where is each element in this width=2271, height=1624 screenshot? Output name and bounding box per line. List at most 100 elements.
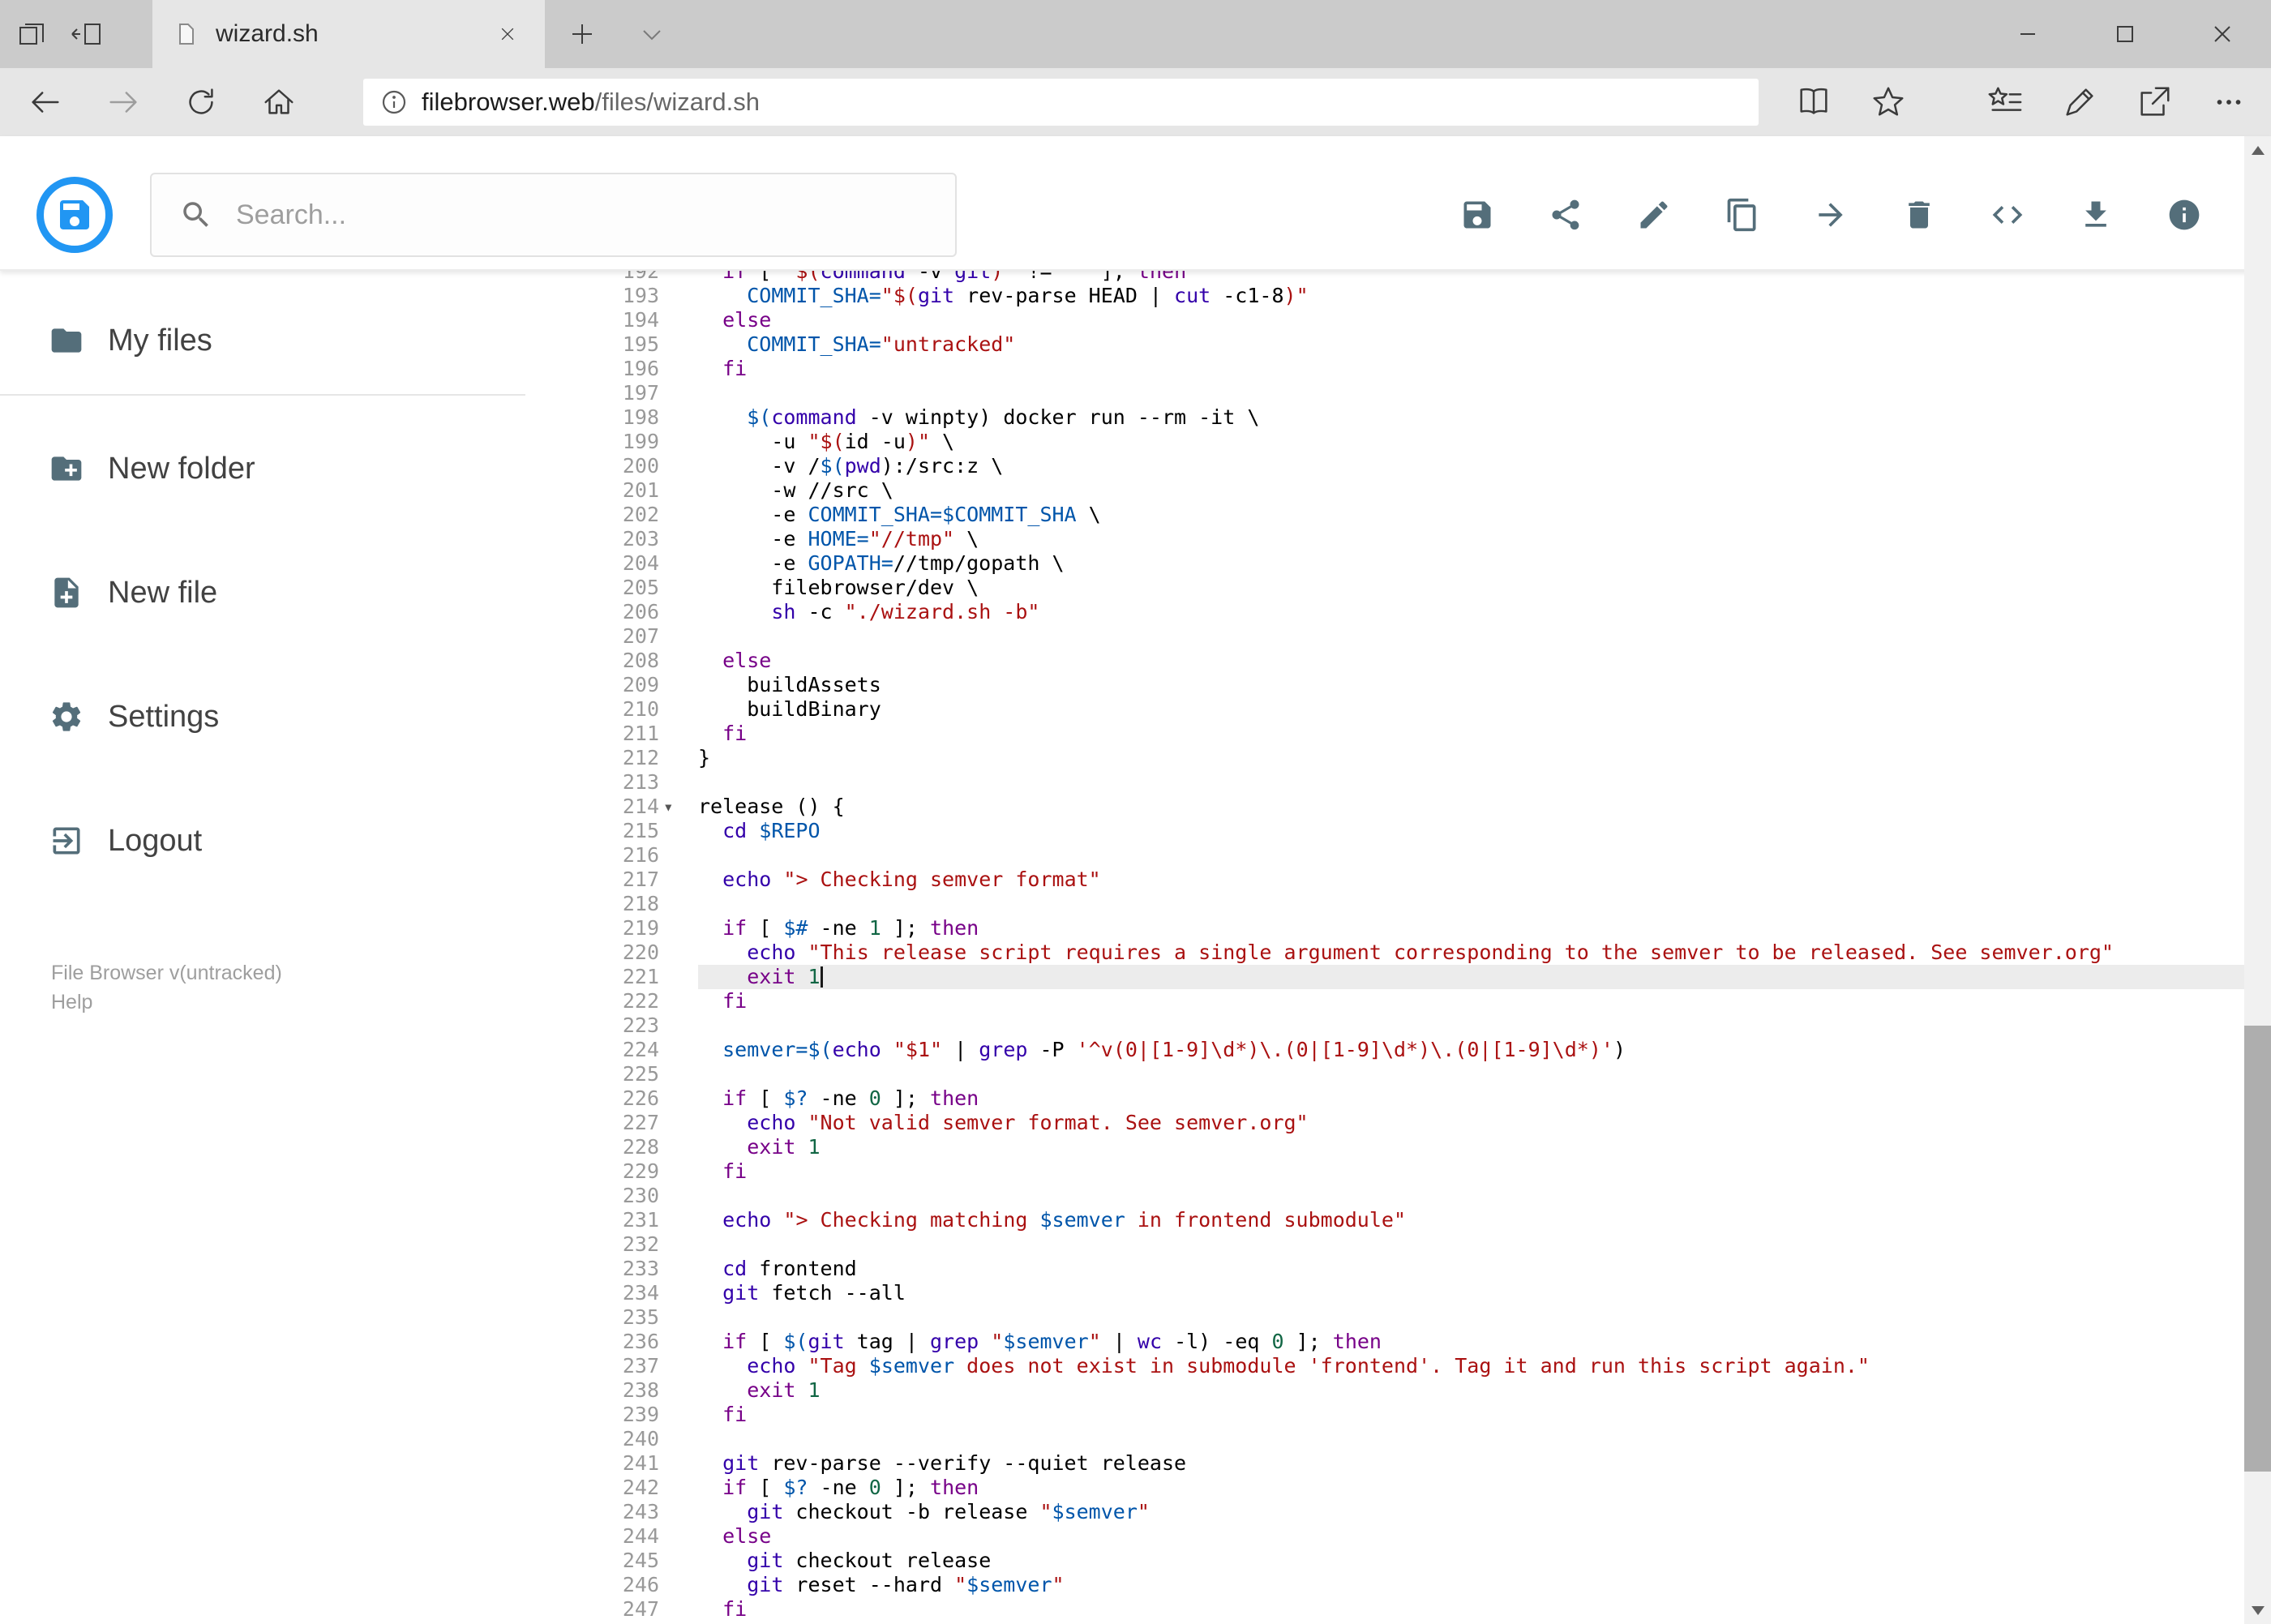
sidebar-item-logout[interactable]: Logout: [0, 800, 525, 881]
info-button[interactable]: [2166, 197, 2202, 233]
copy-button[interactable]: [1725, 197, 1760, 233]
code-line[interactable]: 216: [525, 843, 2244, 868]
code-line[interactable]: 237 echo "Tag $semver does not exist in …: [525, 1354, 2244, 1378]
code-line[interactable]: 246 git reset --hard "$semver": [525, 1573, 2244, 1597]
code-line[interactable]: 229 fi: [525, 1159, 2244, 1184]
maximize-button[interactable]: [2076, 0, 2174, 68]
home-button[interactable]: [240, 74, 318, 131]
code-line[interactable]: 244 else: [525, 1524, 2244, 1549]
code-line[interactable]: 243 git checkout -b release "$semver": [525, 1500, 2244, 1524]
code-line[interactable]: 222 fi: [525, 989, 2244, 1013]
code-line[interactable]: 242 if [ $? -ne 0 ]; then: [525, 1476, 2244, 1500]
code-line[interactable]: 239 fi: [525, 1403, 2244, 1427]
code-line[interactable]: 227 echo "Not valid semver format. See s…: [525, 1111, 2244, 1135]
code-line[interactable]: 238 exit 1: [525, 1378, 2244, 1403]
code-line[interactable]: 208 else: [525, 649, 2244, 673]
code-line[interactable]: 201 -w //src \: [525, 478, 2244, 503]
code-line[interactable]: 203 -e HOME="//tmp" \: [525, 527, 2244, 551]
code-line[interactable]: 228 exit 1: [525, 1135, 2244, 1159]
scrollbar-thumb[interactable]: [2244, 1026, 2271, 1472]
tab-preview-chevron[interactable]: [629, 10, 675, 58]
scrollbar-down-button[interactable]: [2244, 1596, 2271, 1624]
forward-button[interactable]: [84, 74, 162, 131]
set-aside-tabs-button[interactable]: [10, 10, 54, 58]
code-line[interactable]: 247 fi: [525, 1597, 2244, 1622]
code-line[interactable]: 195 COMMIT_SHA="untracked": [525, 332, 2244, 357]
page-scrollbar[interactable]: [2244, 136, 2271, 1624]
sidebar-item-new-file[interactable]: New file: [0, 552, 525, 633]
reading-view-button[interactable]: [1776, 74, 1851, 131]
code-line[interactable]: 221 exit 1: [525, 965, 2244, 989]
favorite-button[interactable]: [1851, 74, 1926, 131]
new-tab-button[interactable]: [559, 10, 605, 58]
sidebar-item-my-files[interactable]: My files: [0, 300, 525, 381]
code-line[interactable]: 214 ▾ release () {: [525, 795, 2244, 819]
code-line[interactable]: 219 if [ $# -ne 1 ]; then: [525, 916, 2244, 941]
back-button[interactable]: [6, 74, 84, 131]
code-line[interactable]: 245 git checkout release: [525, 1549, 2244, 1573]
tabs-you-set-aside-button[interactable]: [65, 10, 109, 58]
code-line[interactable]: 213: [525, 770, 2244, 795]
search-input[interactable]: [236, 199, 955, 231]
search-box[interactable]: [150, 173, 957, 257]
sidebar-item-new-folder[interactable]: New folder: [0, 428, 525, 509]
hub-button[interactable]: [1968, 74, 2042, 131]
code-line[interactable]: 226 if [ $? -ne 0 ]; then: [525, 1086, 2244, 1111]
tab-close-button[interactable]: [491, 18, 524, 50]
scrollbar-up-button[interactable]: [2244, 136, 2271, 164]
code-line[interactable]: 215 cd $REPO: [525, 819, 2244, 843]
fold-marker-icon[interactable]: ▾: [659, 795, 698, 819]
address-bar[interactable]: filebrowser.web/files/wizard.sh: [363, 79, 1759, 126]
code-line[interactable]: 225: [525, 1062, 2244, 1086]
code-line[interactable]: 198 $(command -v winpty) docker run --rm…: [525, 405, 2244, 430]
minimize-button[interactable]: [1979, 0, 2076, 68]
share-file-button[interactable]: [1548, 197, 1583, 233]
code-line[interactable]: 224 semver=$(echo "$1" | grep -P '^v(0|[…: [525, 1038, 2244, 1062]
code-line[interactable]: 233 cd frontend: [525, 1257, 2244, 1281]
code-line[interactable]: 212}: [525, 746, 2244, 770]
code-line[interactable]: 240: [525, 1427, 2244, 1451]
code-line[interactable]: 211 fi: [525, 722, 2244, 746]
more-button[interactable]: [2192, 74, 2266, 131]
code-line[interactable]: 206 sh -c "./wizard.sh -b": [525, 600, 2244, 624]
code-line[interactable]: 196 fi: [525, 357, 2244, 381]
code-line[interactable]: 199 -u "$(id -u)" \: [525, 430, 2244, 454]
code-line[interactable]: 236 if [ $(git tag | grep "$semver" | wc…: [525, 1330, 2244, 1354]
code-line[interactable]: 232: [525, 1232, 2244, 1257]
code-line[interactable]: 200 -v /$(pwd):/src:z \: [525, 454, 2244, 478]
page-info-icon[interactable]: [379, 88, 409, 117]
web-note-button[interactable]: [2042, 74, 2117, 131]
download-button[interactable]: [2078, 197, 2114, 233]
delete-button[interactable]: [1901, 197, 1937, 233]
move-button[interactable]: [1813, 197, 1849, 233]
code-line[interactable]: 235: [525, 1305, 2244, 1330]
code-editor[interactable]: 192 if [ "$(command -v git)" != "" ]; th…: [525, 271, 2244, 1624]
code-line[interactable]: 230: [525, 1184, 2244, 1208]
code-line[interactable]: 192 if [ "$(command -v git)" != "" ]; th…: [525, 271, 2244, 284]
code-line[interactable]: 231 echo "> Checking matching $semver in…: [525, 1208, 2244, 1232]
code-line[interactable]: 207: [525, 624, 2244, 649]
rename-button[interactable]: [1636, 197, 1672, 233]
save-button[interactable]: [1459, 197, 1495, 233]
code-line[interactable]: 218: [525, 892, 2244, 916]
code-line[interactable]: 223: [525, 1013, 2244, 1038]
code-line[interactable]: 197: [525, 381, 2244, 405]
code-line[interactable]: 217 echo "> Checking semver format": [525, 868, 2244, 892]
active-tab[interactable]: wizard.sh: [152, 0, 545, 68]
sidebar-item-settings[interactable]: Settings: [0, 676, 525, 757]
share-button[interactable]: [2117, 74, 2192, 131]
code-line[interactable]: 209 buildAssets: [525, 673, 2244, 697]
code-line[interactable]: 241 git rev-parse --verify --quiet relea…: [525, 1451, 2244, 1476]
code-line[interactable]: 210 buildBinary: [525, 697, 2244, 722]
code-line[interactable]: 204 -e GOPATH=//tmp/gopath \: [525, 551, 2244, 576]
refresh-button[interactable]: [162, 74, 240, 131]
code-line[interactable]: 205 filebrowser/dev \: [525, 576, 2244, 600]
code-line[interactable]: 194 else: [525, 308, 2244, 332]
close-button[interactable]: [2174, 0, 2271, 68]
code-line[interactable]: 220 echo "This release script requires a…: [525, 941, 2244, 965]
app-logo[interactable]: [36, 177, 113, 253]
help-link[interactable]: Help: [51, 988, 525, 1017]
raw-view-button[interactable]: [1990, 197, 2025, 233]
code-line[interactable]: 202 -e COMMIT_SHA=$COMMIT_SHA \: [525, 503, 2244, 527]
code-line[interactable]: 234 git fetch --all: [525, 1281, 2244, 1305]
